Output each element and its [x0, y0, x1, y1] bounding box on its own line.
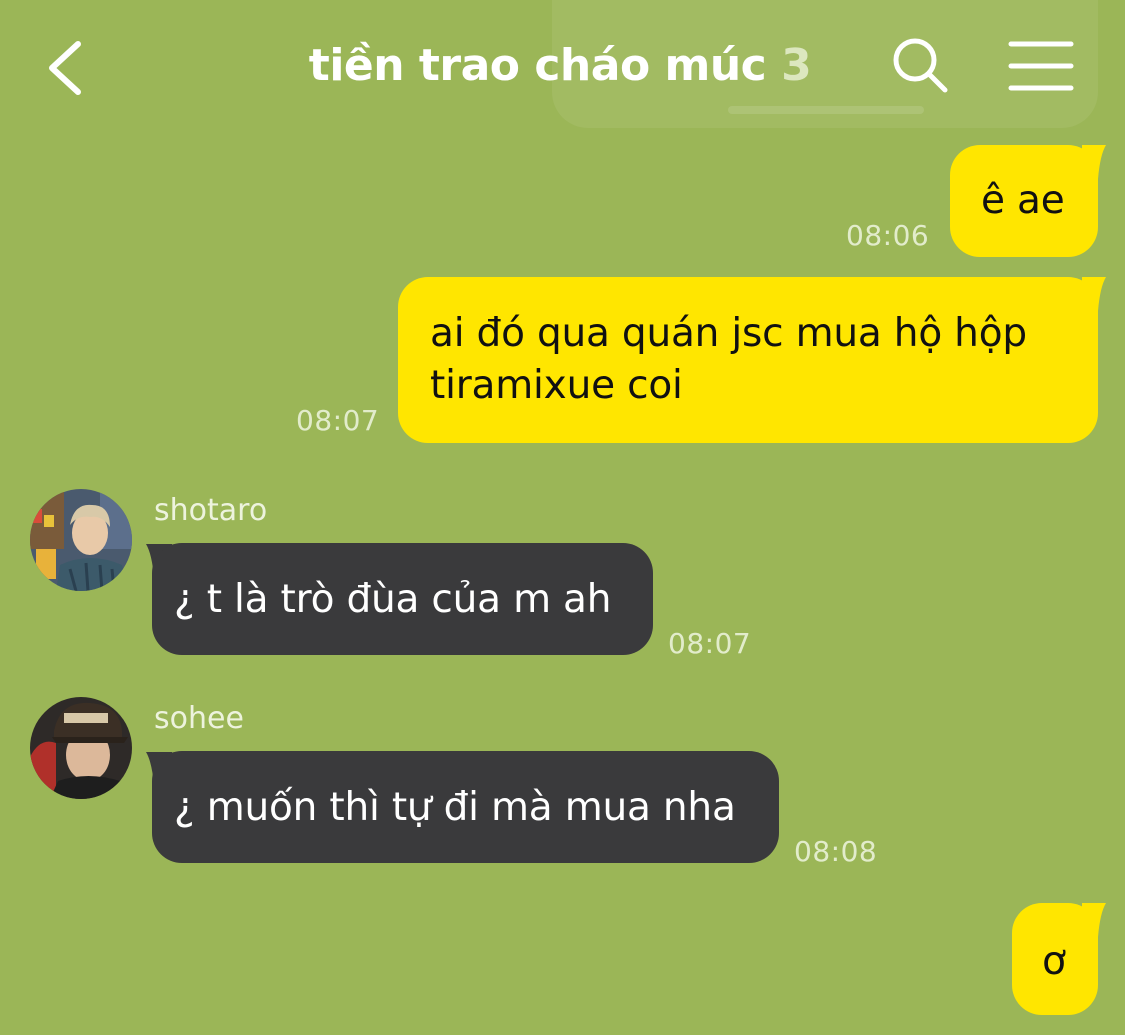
bubble-tail — [1082, 903, 1106, 937]
message-text-line: ai đó qua quán jsc mua hộ hộp — [430, 311, 1027, 356]
sender-name: shotaro — [154, 493, 268, 528]
message-time: 08:06 — [846, 219, 930, 252]
hamburger-menu-icon — [1008, 41, 1074, 91]
message-time: 08:08 — [794, 835, 878, 868]
bubble-tail — [1082, 277, 1106, 311]
avatar-sohee[interactable] — [30, 697, 132, 799]
my-message-bubble[interactable]: ai đó qua quán jsc mua hộ hộp tiramixue … — [398, 277, 1098, 443]
chat-name: tiền trao cháo múc — [308, 40, 767, 91]
received-message-bubble[interactable]: ¿ t là trò đùa của m ah — [152, 543, 653, 655]
overlay-handle — [728, 106, 924, 114]
message-text: ¿ muốn thì tự đi mà mua nha — [174, 785, 736, 830]
received-message-bubble[interactable]: ¿ muốn thì tự đi mà mua nha — [152, 751, 779, 863]
avatar-photo — [30, 697, 132, 799]
bubble-tail — [1082, 145, 1106, 179]
message-text: ¿ t là trò đùa của m ah — [174, 577, 612, 622]
my-message-bubble[interactable]: ê ae — [950, 145, 1098, 257]
menu-button[interactable] — [1008, 38, 1074, 94]
message-time: 08:07 — [296, 404, 380, 437]
message-text: ơ — [1042, 939, 1066, 984]
message-time: 08:07 — [668, 627, 752, 660]
search-button[interactable] — [890, 34, 950, 96]
avatar-shotaro[interactable] — [30, 489, 132, 591]
search-icon — [893, 38, 948, 93]
chat-title: tiền trao cháo múc 3 — [260, 40, 860, 91]
back-button[interactable] — [38, 32, 98, 102]
avatar-photo — [30, 489, 132, 591]
message-text-line: tiramixue coi — [430, 363, 683, 408]
sender-name: sohee — [154, 701, 244, 736]
member-count: 3 — [781, 40, 812, 91]
chevron-left-icon — [49, 41, 81, 95]
message-text: ê ae — [981, 178, 1065, 223]
